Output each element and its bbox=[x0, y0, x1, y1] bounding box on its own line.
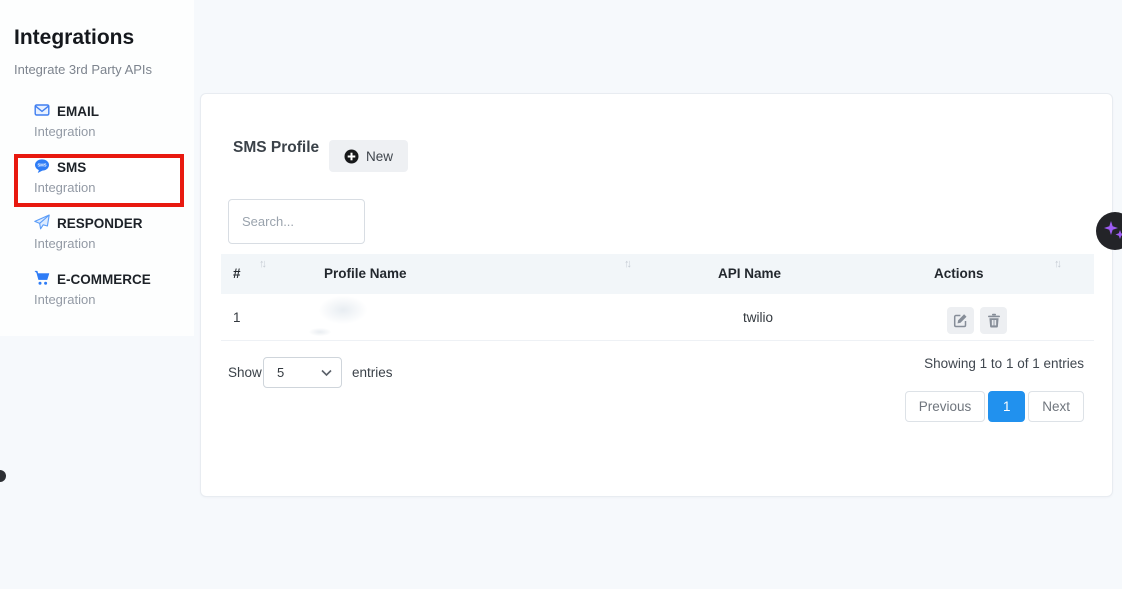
delete-button[interactable] bbox=[980, 307, 1007, 334]
table-header-row: # Profile Name API Name Actions ↑↓ ↑↓ ↑↓ bbox=[221, 254, 1094, 294]
sidebar-item-label: E-COMMERCE bbox=[57, 272, 151, 287]
sparkles-icon bbox=[1102, 218, 1122, 244]
sidebar-item-label: EMAIL bbox=[57, 104, 99, 119]
sort-icon: ↑↓ bbox=[1054, 258, 1059, 270]
sidebar-item-sublabel: Integration bbox=[34, 124, 194, 139]
cell-index: 1 bbox=[233, 294, 241, 341]
edit-button[interactable] bbox=[947, 307, 974, 334]
cell-api-name: twilio bbox=[743, 294, 773, 341]
edge-widget-handle[interactable] bbox=[0, 470, 6, 482]
pagination: Previous 1 Next bbox=[905, 391, 1084, 422]
pagination-page-1-button[interactable]: 1 bbox=[988, 391, 1025, 422]
sort-icon: ↑↓ bbox=[624, 258, 629, 270]
showing-entries-text: Showing 1 to 1 of 1 entries bbox=[924, 356, 1084, 371]
envelope-icon bbox=[34, 102, 50, 121]
sidebar-item-sublabel: Integration bbox=[34, 180, 194, 195]
paper-plane-icon bbox=[34, 214, 50, 233]
page-size-select[interactable]: 5 bbox=[263, 357, 342, 388]
column-header-profile-name[interactable]: Profile Name bbox=[324, 254, 407, 294]
sidebar-item-label: RESPONDER bbox=[57, 216, 143, 231]
sidebar-item-ecommerce[interactable]: E-COMMERCE Integration bbox=[34, 271, 194, 307]
sidebar-item-email[interactable]: EMAIL Integration bbox=[34, 103, 194, 139]
pagination-previous-button[interactable]: Previous bbox=[905, 391, 986, 422]
edit-pencil-icon bbox=[953, 313, 968, 328]
sidebar-item-responder[interactable]: RESPONDER Integration bbox=[34, 215, 194, 251]
redacted-smudge bbox=[309, 328, 331, 336]
redacted-profile-name bbox=[319, 296, 367, 324]
pagination-next-button[interactable]: Next bbox=[1028, 391, 1084, 422]
page-title: Integrations bbox=[14, 26, 134, 50]
chevron-down-icon bbox=[321, 369, 332, 377]
search-input[interactable] bbox=[228, 199, 365, 244]
sms-profile-card: SMS Profile New # Profile Name API Name … bbox=[200, 93, 1113, 497]
column-header-actions[interactable]: Actions bbox=[934, 254, 984, 294]
page-subtitle: Integrate 3rd Party APIs bbox=[14, 62, 152, 77]
plus-circle-icon bbox=[344, 149, 359, 164]
sort-icon: ↑↓ bbox=[259, 258, 264, 270]
column-header-api-name[interactable]: API Name bbox=[718, 254, 781, 294]
entries-label: entries bbox=[352, 365, 393, 380]
panel-title: SMS Profile bbox=[233, 139, 319, 157]
sidebar-item-label: SMS bbox=[57, 160, 86, 175]
column-header-index[interactable]: # bbox=[233, 254, 241, 294]
page-size-value: 5 bbox=[277, 365, 284, 380]
svg-text:SMS: SMS bbox=[37, 163, 46, 168]
table-row: 1 twilio bbox=[221, 294, 1094, 341]
sidebar-item-sms[interactable]: SMS SMS Integration bbox=[34, 159, 194, 195]
cart-icon bbox=[34, 270, 50, 289]
sidebar-item-sublabel: Integration bbox=[34, 292, 194, 307]
sidebar-item-sublabel: Integration bbox=[34, 236, 194, 251]
integrations-sidebar: EMAIL Integration SMS SMS Integration RE… bbox=[34, 103, 194, 327]
new-button[interactable]: New bbox=[329, 140, 408, 172]
trash-icon bbox=[987, 313, 1001, 328]
show-label: Show bbox=[228, 365, 262, 380]
chat-bubble-icon: SMS bbox=[34, 158, 50, 177]
new-button-label: New bbox=[366, 149, 393, 164]
